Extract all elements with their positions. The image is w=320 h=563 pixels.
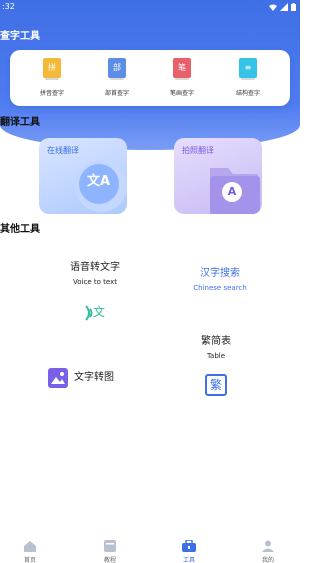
voice-to-text-subtitle: Voice to text	[73, 278, 117, 286]
tool-structure-label: 结构查字	[235, 90, 260, 97]
nav-tools-label: 工具	[182, 557, 195, 563]
translate-icon-text: 文A	[87, 174, 111, 189]
text-to-image-title: 文字转图	[74, 372, 114, 383]
nav-home[interactable]: 首页	[10, 537, 50, 563]
photo-translate-card[interactable]: 拍照翻译 A	[174, 138, 262, 214]
image-icon	[48, 368, 68, 388]
nav-profile-label: 我的	[261, 557, 274, 563]
online-translate-card[interactable]: 在线翻译 文A	[39, 138, 127, 214]
trad-simp-subtitle: Table	[206, 352, 226, 360]
tool-stroke-label: 笔画查字	[169, 90, 194, 97]
status-bar: :32	[0, 0, 300, 14]
tool-pinyin[interactable]: 拼 拼音查字	[22, 58, 82, 98]
online-translate-label: 在线翻译	[47, 146, 79, 155]
toolbox-icon	[182, 539, 196, 552]
trad-simp-table-tool[interactable]: 繁简表 Table 繁	[186, 336, 246, 396]
nav-profile[interactable]: 我的	[248, 537, 288, 563]
pinyin-icon: 拼	[43, 58, 61, 80]
voice-icon-text: 文	[93, 305, 106, 319]
tool-structure[interactable]: ≡ 结构查字	[218, 58, 278, 98]
photo-translate-icon-text: A	[222, 182, 242, 202]
section-title-other-tools: 其他工具	[0, 224, 40, 235]
nav-home-label: 首页	[23, 557, 36, 563]
tool-radical[interactable]: 部 部首查字	[87, 58, 147, 98]
voice-to-text-title: 语音转文字	[70, 262, 120, 273]
nav-tutorial[interactable]: 教程	[90, 537, 130, 563]
tool-stroke[interactable]: 笔 笔画查字	[152, 58, 212, 98]
nav-tools[interactable]: 工具	[169, 537, 209, 563]
voice-to-text-tool[interactable]: 语音转文字 Voice to text 文	[50, 262, 140, 324]
home-icon	[24, 541, 36, 552]
battery-icon	[291, 3, 296, 11]
section-title-translate: 翻译工具	[0, 117, 40, 128]
radical-icon: 部	[108, 58, 126, 80]
wifi-icon	[269, 4, 277, 11]
chinese-search-tool[interactable]: 汉字搜索 Chinese search	[180, 268, 260, 294]
section-title-char-tools: 查字工具	[0, 31, 40, 42]
chinese-search-title: 汉字搜索	[200, 268, 240, 279]
status-icons	[269, 3, 296, 11]
nav-tutorial-label: 教程	[103, 557, 116, 563]
signal-icon	[280, 3, 288, 11]
text-to-image-tool[interactable]: 文字转图	[48, 367, 128, 389]
structure-icon: ≡	[239, 58, 257, 80]
char-tools-card: 拼 拼音查字 部 部首查字 笔 笔画查字 ≡ 结构查字	[10, 50, 290, 106]
tool-radical-label: 部首查字	[104, 90, 129, 97]
status-time: :32	[2, 2, 15, 11]
trad-simp-icon: 繁	[205, 374, 227, 396]
stroke-icon: 笔	[173, 58, 191, 80]
voice-icon: 文	[83, 302, 107, 324]
trad-simp-title: 繁简表	[201, 336, 231, 347]
chinese-search-subtitle: Chinese search	[193, 284, 247, 292]
photo-translate-label: 拍照翻译	[182, 146, 214, 155]
book-icon	[104, 540, 116, 552]
tool-pinyin-label: 拼音查字	[39, 90, 64, 97]
user-icon	[262, 540, 274, 552]
bottom-nav: 首页 教程 工具 我的	[0, 533, 300, 563]
